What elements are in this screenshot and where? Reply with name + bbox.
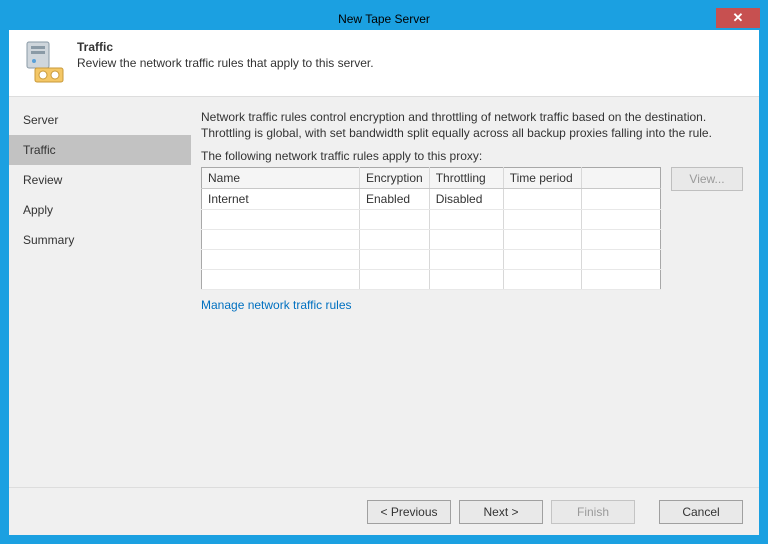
sidebar-item-summary[interactable]: Summary	[9, 225, 191, 255]
content-description: Network traffic rules control encryption…	[201, 109, 743, 141]
col-header-throttling[interactable]: Throttling	[429, 168, 503, 189]
close-icon: ✕	[733, 10, 744, 26]
header-title: Traffic	[77, 40, 374, 54]
cell-throttling: Disabled	[429, 189, 503, 210]
tape-server-icon	[23, 40, 67, 84]
col-header-name[interactable]: Name	[202, 168, 360, 189]
table-row-empty	[202, 210, 661, 230]
sidebar-item-server[interactable]: Server	[9, 105, 191, 135]
header-subtitle: Review the network traffic rules that ap…	[77, 56, 374, 70]
previous-button[interactable]: < Previous	[367, 500, 451, 524]
wizard-header: Traffic Review the network traffic rules…	[9, 30, 759, 97]
col-header-encryption[interactable]: Encryption	[360, 168, 430, 189]
table-row-empty	[202, 250, 661, 270]
content-panel: Network traffic rules control encryption…	[191, 97, 759, 487]
sidebar-item-apply[interactable]: Apply	[9, 195, 191, 225]
wizard-steps: Server Traffic Review Apply Summary	[9, 97, 191, 487]
dialog-window: New Tape Server ✕ Traffic Review the net…	[8, 8, 760, 536]
cell-name: Internet	[202, 189, 360, 210]
view-button[interactable]: View...	[671, 167, 743, 191]
header-text: Traffic Review the network traffic rules…	[77, 40, 374, 84]
wizard-body: Server Traffic Review Apply Summary Netw…	[9, 97, 759, 487]
finish-button[interactable]: Finish	[551, 500, 635, 524]
table-row-empty	[202, 230, 661, 250]
manage-rules-link[interactable]: Manage network traffic rules	[201, 298, 352, 312]
cancel-button[interactable]: Cancel	[659, 500, 743, 524]
close-button[interactable]: ✕	[716, 8, 760, 28]
cell-timeperiod	[503, 189, 581, 210]
title-bar: New Tape Server ✕	[8, 8, 760, 30]
wizard-footer: < Previous Next > Finish Cancel	[9, 487, 759, 535]
col-header-timeperiod[interactable]: Time period	[503, 168, 581, 189]
table-row-empty	[202, 270, 661, 290]
sidebar-item-traffic[interactable]: Traffic	[9, 135, 191, 165]
window-title: New Tape Server	[338, 12, 430, 26]
rules-table: Name Encryption Throttling Time period I…	[201, 167, 661, 290]
cell-encryption: Enabled	[360, 189, 430, 210]
next-button[interactable]: Next >	[459, 500, 543, 524]
col-header-empty	[581, 168, 660, 189]
sidebar-item-review[interactable]: Review	[9, 165, 191, 195]
content-list-intro: The following network traffic rules appl…	[201, 149, 743, 163]
table-row[interactable]: Internet Enabled Disabled	[202, 189, 661, 210]
